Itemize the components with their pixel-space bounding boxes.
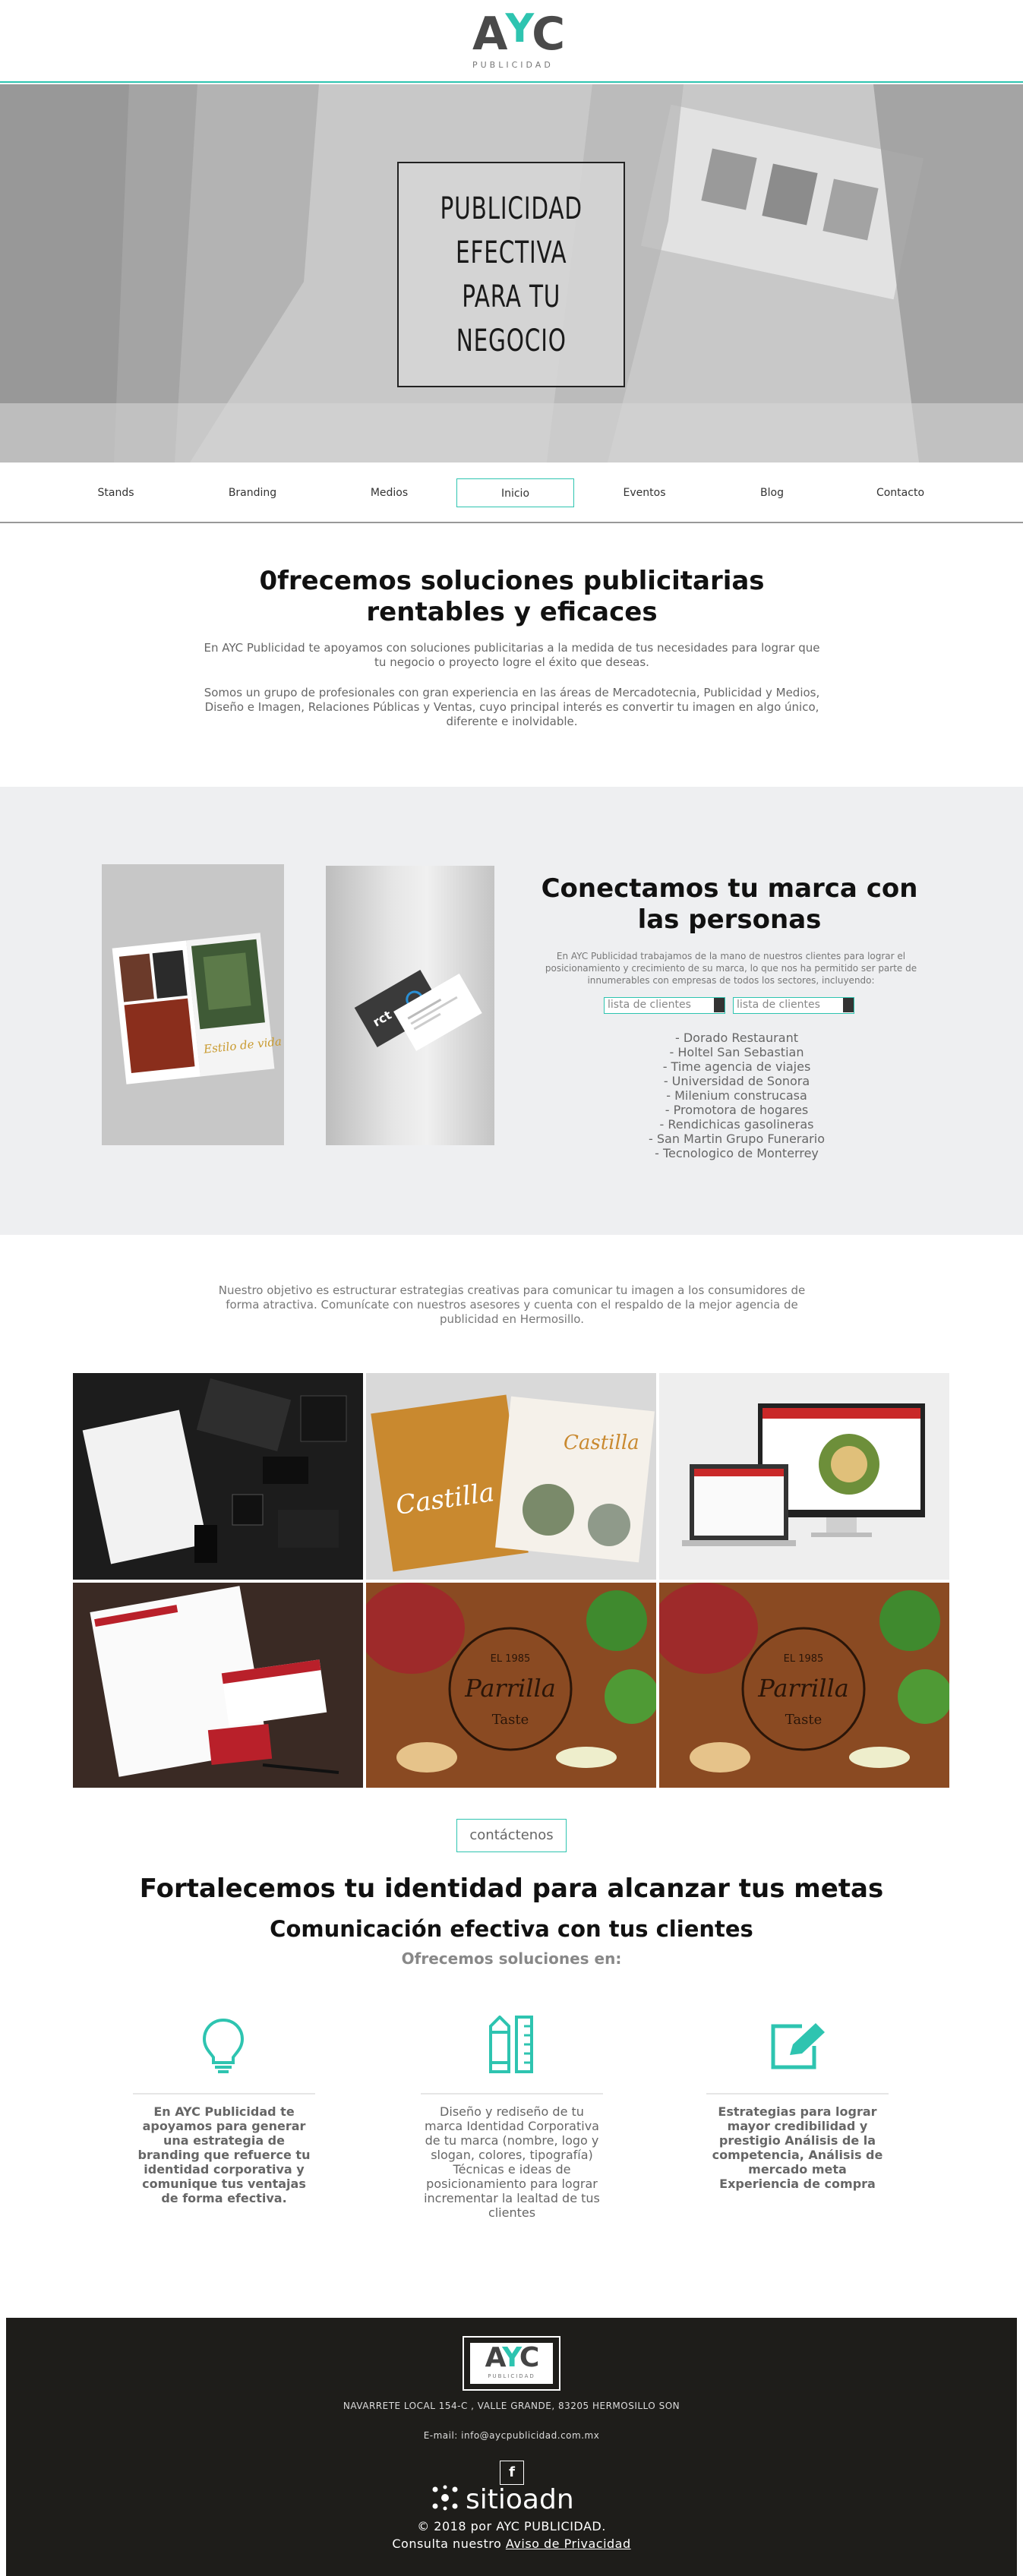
- main-nav: Stands Branding Medios Inicio Eventos Bl…: [0, 462, 1023, 523]
- nav-item-blog[interactable]: Blog: [732, 478, 812, 507]
- offer-subtitle: Ofrecemos soluciones en:: [401, 1949, 622, 1968]
- parrilla-est-text: EL 1985: [784, 1653, 824, 1665]
- footer-logo[interactable]: AYC PUBLICIDAD: [463, 2336, 560, 2391]
- client-list-select-label: lista de clientes: [737, 999, 820, 1011]
- portfolio-stationery-red[interactable]: [73, 1583, 363, 1788]
- nav-item-eventos[interactable]: Eventos: [605, 478, 684, 507]
- intro-paragraph-1: En AYC Publicidad te apoyamos con soluci…: [204, 641, 820, 669]
- footer-consult-text: Consulta nuestro: [392, 2537, 506, 2551]
- parrilla-board-mockup: Parrilla EL 1985 Taste: [366, 1583, 656, 1788]
- lightbulb-icon: [197, 2016, 250, 2076]
- list-item: - Milenium construcasa: [666, 1088, 807, 1103]
- nav-item-medios[interactable]: Medios: [349, 478, 429, 507]
- sitioadn-logo[interactable]: sitioadn: [429, 2485, 611, 2515]
- parrilla-board-mockup: Parrilla EL 1985 Taste: [659, 1583, 949, 1788]
- divider: [706, 2093, 889, 2095]
- feature-text-strategy: Estrategias para lograr mayor credibilid…: [712, 2104, 883, 2191]
- connect-title: Conectamos tu marca con las personas: [541, 873, 918, 935]
- footer-logo-mark: AYC PUBLICIDAD: [470, 2343, 553, 2384]
- logo-subtitle: PUBLICIDAD: [472, 60, 554, 70]
- list-item: - Promotora de hogares: [665, 1103, 809, 1117]
- client-list-select-2[interactable]: lista de clientes: [733, 997, 854, 1014]
- portfolio-castilla[interactable]: Castilla Castilla: [366, 1373, 656, 1580]
- parrilla-taste-text: Taste: [785, 1712, 822, 1728]
- footer-logo-subtitle: PUBLICIDAD: [488, 2373, 535, 2379]
- list-item: - San Martin Grupo Funerario: [649, 1132, 825, 1146]
- logo[interactable]: AYC PUBLICIDAD: [472, 6, 565, 70]
- stationery-mockup: [73, 1373, 363, 1580]
- hero-title: PUBLICIDAD EFECTIVA PARA TU NEGOCIO: [440, 191, 583, 358]
- business-card-mockup: rct: [354, 970, 482, 1051]
- feature-text-design: Diseño y rediseño de tu marca Identidad …: [424, 2104, 600, 2220]
- nav-item-inicio[interactable]: Inicio: [456, 478, 574, 507]
- intro-paragraph-2: Somos un grupo de profesionales con gran…: [204, 686, 820, 728]
- footer-privacy-line: Consulta nuestro Aviso de Privacidad: [304, 2537, 719, 2551]
- castilla-brochure-mockup: Castilla Castilla: [366, 1373, 656, 1580]
- client-list-select-label: lista de clientes: [608, 999, 691, 1011]
- parrilla-est-text: EL 1985: [491, 1653, 531, 1665]
- connect-paragraph: En AYC Publicidad trabajamos de la mano …: [545, 951, 917, 986]
- list-item: - Tecnologico de Monterrey: [655, 1146, 819, 1160]
- portfolio-parrilla-2[interactable]: Parrilla EL 1985 Taste: [659, 1583, 949, 1788]
- hero-title-box: PUBLICIDAD EFECTIVA PARA TU NEGOCIO: [397, 162, 625, 387]
- magazine-mockup: Estilo de vida: [102, 864, 284, 1145]
- stationery-red-mockup: [73, 1583, 363, 1788]
- portfolio-stationery-black[interactable]: [73, 1373, 363, 1580]
- magazine-image: Estilo de vida: [102, 864, 284, 1145]
- portfolio-website[interactable]: [659, 1373, 949, 1580]
- chevron-down-icon: [843, 998, 854, 1012]
- site-header: AYC PUBLICIDAD: [0, 0, 1023, 83]
- nav-item-contacto[interactable]: Contacto: [860, 478, 940, 507]
- divider: [421, 2093, 603, 2095]
- sitioadn-text: sitioadn: [466, 2484, 574, 2515]
- footer-email[interactable]: E-mail: info@aycpublicidad.com.mx: [304, 2430, 719, 2441]
- edit-icon: [767, 2020, 825, 2081]
- identity-title: Fortalecemos tu identidad para alcanzar …: [139, 1874, 884, 1904]
- business-card-image: rct: [326, 866, 494, 1145]
- footer-address: NAVARRETE LOCAL 154-C , VALLE GRANDE, 83…: [343, 2401, 680, 2411]
- objective-paragraph: Nuestro objetivo es estructurar estrateg…: [218, 1283, 806, 1326]
- intro-title: 0frecemos soluciones publicitarias renta…: [259, 566, 765, 627]
- nav-item-branding[interactable]: Branding: [213, 478, 292, 507]
- nav-item-stands[interactable]: Stands: [76, 478, 156, 507]
- parrilla-taste-text: Taste: [492, 1712, 529, 1728]
- sitioadn-dots-icon: [432, 2485, 458, 2511]
- divider: [133, 2093, 315, 2095]
- privacy-link[interactable]: Aviso de Privacidad: [506, 2537, 631, 2551]
- chevron-down-icon: [714, 998, 725, 1012]
- list-item: - Dorado Restaurant: [675, 1031, 798, 1045]
- list-item: - Time agencia de viajes: [662, 1059, 811, 1074]
- castilla-logo-text: Castilla: [564, 1432, 639, 1454]
- client-list-select-1[interactable]: lista de clientes: [604, 997, 725, 1014]
- pencil-ruler-icon: [485, 2015, 538, 2076]
- footer-copyright: © 2018 por AYC PUBLICIDAD.: [417, 2519, 606, 2533]
- client-list: - Dorado Restaurant - Holtel San Sebasti…: [592, 1031, 881, 1160]
- communication-subtitle: Comunicación efectiva con tus clientes: [270, 1916, 753, 1942]
- facebook-icon[interactable]: f: [500, 2461, 524, 2485]
- hero-banner: PUBLICIDAD EFECTIVA PARA TU NEGOCIO: [0, 84, 1023, 462]
- portfolio-parrilla-1[interactable]: Parrilla EL 1985 Taste: [366, 1583, 656, 1788]
- website-mockup: [659, 1373, 949, 1580]
- list-item: - Rendichicas gasolineras: [659, 1117, 814, 1132]
- feature-text-branding: En AYC Publicidad te apoyamos para gener…: [137, 2104, 311, 2205]
- list-item: - Holtel San Sebastian: [669, 1045, 804, 1059]
- parrilla-logo-text: Parrilla: [757, 1674, 849, 1703]
- parrilla-logo-text: Parrilla: [464, 1674, 556, 1703]
- logo-mark: AYC: [472, 6, 565, 61]
- contact-button[interactable]: contáctenos: [456, 1819, 567, 1852]
- list-item: - Universidad de Sonora: [663, 1074, 810, 1088]
